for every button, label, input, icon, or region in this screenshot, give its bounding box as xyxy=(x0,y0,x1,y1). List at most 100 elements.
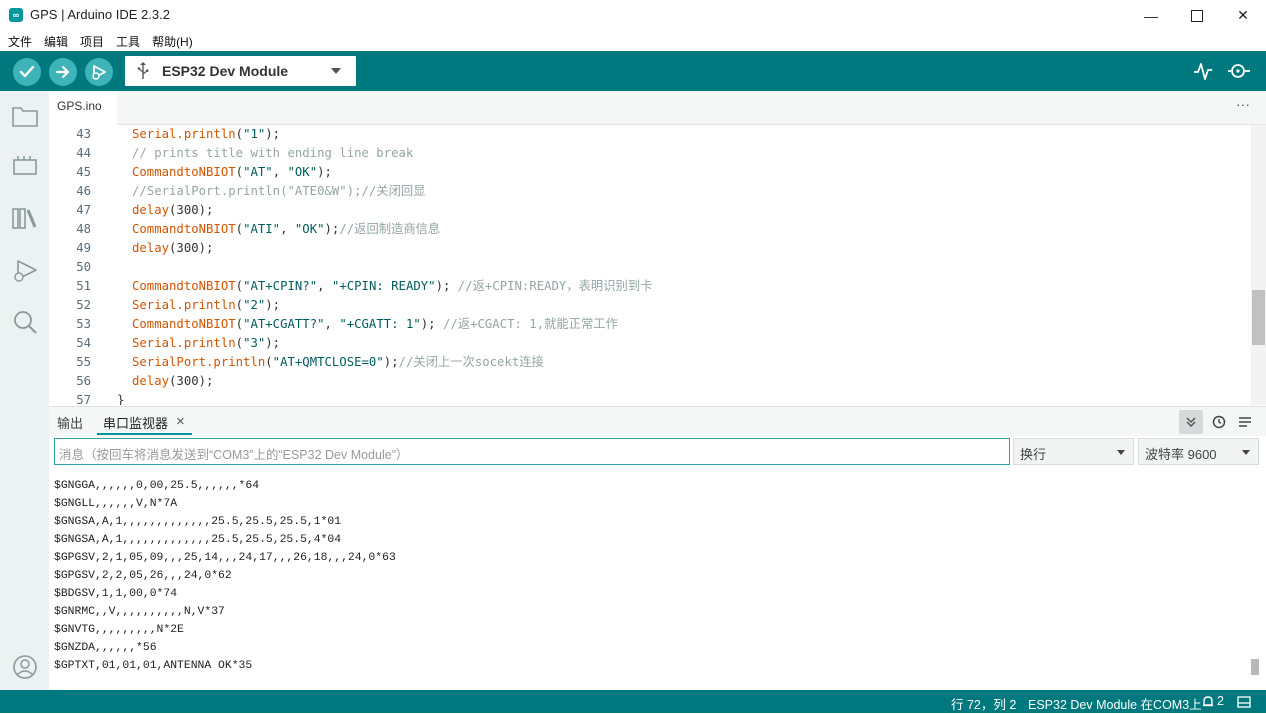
editor-scrollbar-thumb[interactable] xyxy=(1252,290,1265,345)
menu-help[interactable]: 帮助(H) xyxy=(144,31,193,51)
serial-output-line: $GNGLL,,,,,,V,N*7A xyxy=(54,498,178,510)
line-number: 57 xyxy=(76,393,91,405)
code-text: CommandtoNBIOT("AT", "OK"); xyxy=(132,163,332,182)
timestamp-button[interactable] xyxy=(1207,410,1231,434)
code-line: 46 //SerialPort.println("ATE0&W");//关闭回显 xyxy=(49,182,1249,201)
tab-serial-monitor[interactable]: 串口监视器 xyxy=(103,413,168,432)
code-line: 50 xyxy=(49,258,1249,277)
serial-message-input[interactable]: 消息（按回车将消息发送到“COM3”上的“ESP32 Dev Module”） xyxy=(54,438,1010,465)
sketchbook-folder-icon[interactable] xyxy=(10,101,40,131)
debug-panel-icon[interactable] xyxy=(10,256,40,286)
double-chevron-down-icon xyxy=(1186,417,1196,428)
code-text: // prints title with ending line break xyxy=(132,144,413,163)
code-token: Serial.println xyxy=(132,298,236,312)
baud-rate-select[interactable]: 波特率 9600 xyxy=(1138,438,1259,465)
title-bar xyxy=(0,0,1266,31)
editor-scrollbar[interactable] xyxy=(1251,125,1266,405)
line-ending-select[interactable]: 换行 xyxy=(1013,438,1134,465)
code-token: ( xyxy=(235,127,244,141)
code-text: Serial.println("2"); xyxy=(132,296,280,315)
tab-output[interactable]: 输出 xyxy=(57,413,83,432)
autoscroll-button[interactable] xyxy=(1179,410,1203,434)
code-text: delay(300); xyxy=(132,372,213,391)
clear-output-button[interactable] xyxy=(1233,410,1257,434)
menu-bar: 文件 编辑 项目 工具 帮助(H) xyxy=(0,31,1266,51)
toggle-panel-icon[interactable] xyxy=(1237,695,1251,709)
code-token: CommandtoNBIOT xyxy=(132,165,236,179)
tab-gps-ino[interactable]: GPS.ino xyxy=(49,91,117,125)
notifications-bell-icon[interactable] xyxy=(1201,695,1215,709)
code-line: 54 Serial.println("3"); xyxy=(49,334,1249,353)
code-line: 52 Serial.println("2"); xyxy=(49,296,1249,315)
code-token: ); xyxy=(265,336,281,350)
code-token: SerialPort.println xyxy=(132,355,266,369)
menu-tools[interactable]: 工具 xyxy=(108,31,140,51)
minimize-button[interactable]: — xyxy=(1128,0,1174,31)
serial-monitor-button[interactable] xyxy=(1227,60,1251,82)
serial-output-line: $GPGSV,2,1,05,09,,,25,14,,,24,17,,,26,18… xyxy=(54,552,396,564)
code-token: "OK" xyxy=(294,222,325,236)
more-actions-button[interactable]: ··· xyxy=(1232,96,1254,116)
code-text: Serial.println("1"); xyxy=(132,125,280,144)
chevron-down-icon xyxy=(1242,450,1250,455)
debug-icon xyxy=(92,65,106,80)
code-token: "AT+CGATT?" xyxy=(243,317,325,331)
code-line: 48 CommandtoNBIOT("ATI", "OK");//返回制造商信息 xyxy=(49,220,1249,239)
maximize-button[interactable] xyxy=(1174,0,1220,31)
code-token: ); xyxy=(265,127,281,141)
line-number: 50 xyxy=(76,260,91,274)
code-token: "AT+CPIN?" xyxy=(243,279,318,293)
search-icon[interactable] xyxy=(10,307,40,337)
verify-button[interactable] xyxy=(13,58,41,86)
boards-manager-icon[interactable] xyxy=(10,151,40,181)
board-selector[interactable]: ESP32 Dev Module xyxy=(125,56,356,86)
serial-output[interactable]: $GNGGA,,,,,,0,00,25.5,,,,,,*64 $GNGLL,,,,… xyxy=(49,472,1249,689)
line-number: 45 xyxy=(76,165,91,179)
serial-plotter-icon xyxy=(1194,63,1212,80)
code-line: 51 CommandtoNBIOT("AT+CPIN?", "+CPIN: REA… xyxy=(49,277,1249,296)
library-manager-icon[interactable] xyxy=(10,203,40,233)
arduino-logo-icon: ∞ xyxy=(9,8,23,22)
code-line: 53 CommandtoNBIOT("AT+CGATT?", "+CGATT: 1… xyxy=(49,315,1249,334)
cursor-position[interactable]: 行 72，列 2 xyxy=(951,694,1016,713)
menu-file[interactable]: 文件 xyxy=(0,31,32,51)
serial-plotter-button[interactable] xyxy=(1192,60,1214,82)
chevron-down-icon xyxy=(1117,450,1125,455)
code-token: ( xyxy=(235,279,244,293)
menu-sketch[interactable]: 项目 xyxy=(72,31,104,51)
code-line: 55 SerialPort.println("AT+QMTCLOSE=0");//… xyxy=(49,353,1249,372)
serial-output-line: $GNGGA,,,,,,0,00,25.5,,,,,,*64 xyxy=(54,480,260,492)
code-text: //SerialPort.println("ATE0&W");//关闭回显 xyxy=(132,182,426,201)
code-text: CommandtoNBIOT("ATI", "OK");//返回制造商信息 xyxy=(132,220,440,239)
code-token: (300); xyxy=(169,203,214,217)
code-token: Serial.println xyxy=(132,336,236,350)
code-token: ); xyxy=(435,279,458,293)
code-token: Serial.println xyxy=(132,127,236,141)
usb-icon xyxy=(137,62,149,79)
upload-button[interactable] xyxy=(49,58,77,86)
code-line: 49 delay(300); xyxy=(49,239,1249,258)
code-line: 44 // prints title with ending line break xyxy=(49,144,1249,163)
code-token: CommandtoNBIOT xyxy=(132,317,236,331)
line-number: 48 xyxy=(76,222,91,236)
code-token: ( xyxy=(235,336,244,350)
code-token: ); xyxy=(317,165,332,179)
code-editor[interactable]: 43 Serial.println("1"); 44// prints title … xyxy=(49,125,1266,405)
code-token: "+CPIN: READY" xyxy=(331,279,436,293)
account-icon[interactable] xyxy=(10,652,40,682)
baud-rate-value: 波特率 9600 xyxy=(1145,447,1217,462)
close-icon[interactable]: × xyxy=(176,413,185,430)
serial-scrollbar-thumb[interactable] xyxy=(1251,659,1259,675)
board-port-status[interactable]: ESP32 Dev Module 在COM3上 xyxy=(1028,694,1202,713)
serial-output-line: $GNVTG,,,,,,,,,N*2E xyxy=(54,624,184,636)
code-token: (300); xyxy=(169,374,214,388)
clock-icon xyxy=(1212,415,1226,429)
close-window-button[interactable]: ✕ xyxy=(1220,0,1266,31)
code-token: "ATI" xyxy=(243,222,281,236)
menu-edit[interactable]: 编辑 xyxy=(36,31,68,51)
checkmark-icon xyxy=(19,65,35,78)
notification-count: 2 xyxy=(1217,694,1224,708)
debug-button[interactable] xyxy=(85,58,113,86)
code-token: "3" xyxy=(243,336,266,350)
code-token: //SerialPort.println("ATE0&W");//关闭回显 xyxy=(132,184,426,198)
